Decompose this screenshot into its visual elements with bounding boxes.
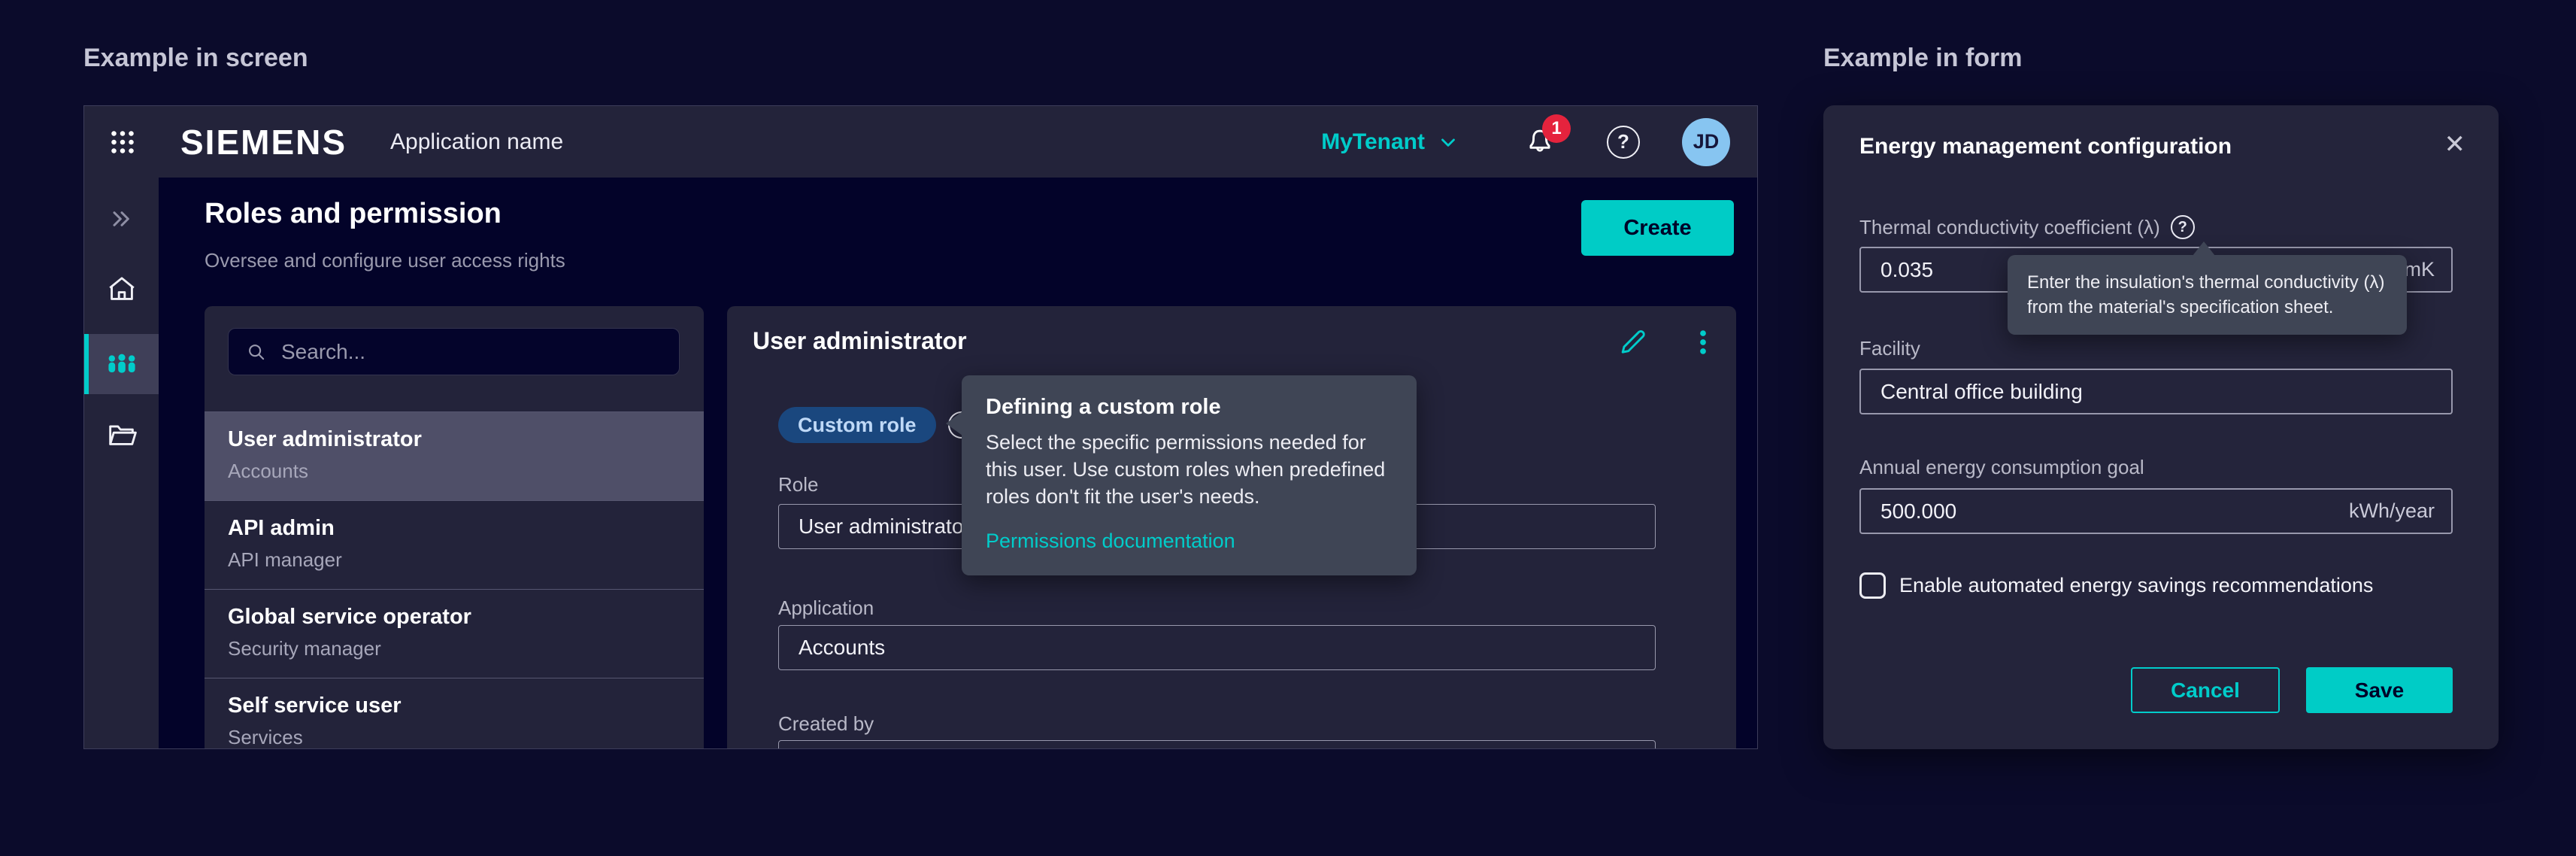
role-detail-panel: User administrator Custom role ? Role Ap…	[727, 306, 1736, 749]
folder-icon	[105, 417, 139, 452]
role-item-subtitle: Security manager	[228, 637, 704, 660]
notification-badge: 1	[1542, 114, 1571, 143]
chevron-down-icon	[1437, 131, 1459, 153]
dialog-title: Energy management configuration	[1859, 134, 2232, 159]
role-list-item[interactable]: User administrator Accounts	[205, 411, 704, 500]
recommendations-checkbox-row[interactable]: Enable automated energy savings recommen…	[1859, 572, 2373, 599]
question-mark-icon: ?	[1617, 130, 1629, 153]
save-button[interactable]: Save	[2306, 667, 2453, 713]
energy-config-dialog: Energy management configuration ✕ Therma…	[1823, 105, 2499, 749]
role-item-subtitle: Accounts	[228, 460, 704, 483]
question-mark-icon: ?	[2178, 219, 2187, 236]
double-chevron-right-icon	[107, 204, 137, 234]
roles-list-panel: User administrator Accounts API admin AP…	[205, 306, 704, 749]
facility-field-label: Facility	[1859, 337, 1920, 360]
home-icon	[105, 272, 139, 306]
role-field-label: Role	[778, 473, 818, 496]
role-item-title: User administrator	[228, 427, 704, 452]
facility-input[interactable]	[1859, 369, 2453, 414]
right-example-caption: Example in form	[1823, 44, 2023, 73]
search-input[interactable]	[281, 340, 667, 364]
goal-unit-suffix: kWh/year	[2349, 488, 2435, 534]
pencil-icon	[1616, 326, 1649, 359]
create-button[interactable]: Create	[1581, 200, 1734, 256]
application-field-input[interactable]	[778, 625, 1656, 670]
close-button[interactable]: ✕	[2444, 129, 2466, 159]
page-subtitle: Oversee and configure user access rights	[205, 249, 565, 272]
goal-field-label: Annual energy consumption goal	[1859, 456, 2144, 479]
edit-button[interactable]	[1616, 326, 1649, 359]
notifications-button[interactable]: 1	[1523, 125, 1557, 159]
created-by-field-label: Created by	[778, 712, 874, 736]
sidebar-item-roles[interactable]	[84, 334, 159, 394]
sidebar-item-files[interactable]	[84, 405, 159, 465]
application-name: Application name	[390, 129, 563, 155]
cancel-button[interactable]: Cancel	[2131, 667, 2280, 713]
sidebar	[84, 178, 159, 748]
role-list-item[interactable]: API admin API manager	[205, 500, 704, 589]
role-list-item[interactable]: Self service user Services	[205, 678, 704, 749]
recommendations-checkbox[interactable]	[1859, 572, 1886, 599]
role-item-title: API admin	[228, 516, 704, 541]
thermal-field-label-row: Thermal conductivity coefficient (λ) ?	[1859, 215, 2195, 239]
app-window: SIEMENS Application name MyTenant 1 ? JD	[83, 105, 1758, 749]
role-item-subtitle: Services	[228, 726, 704, 749]
tooltip-title: Defining a custom role	[986, 395, 1393, 420]
close-icon: ✕	[2444, 130, 2466, 159]
left-example-caption: Example in screen	[83, 44, 308, 73]
app-launcher-icon[interactable]	[105, 125, 140, 159]
siemens-logo: SIEMENS	[180, 122, 347, 162]
custom-role-badge: Custom role	[778, 407, 936, 443]
role-item-subtitle: API manager	[228, 548, 704, 572]
sidebar-expand-button[interactable]	[84, 189, 159, 249]
recommendations-checkbox-label: Enable automated energy savings recommen…	[1899, 574, 2373, 597]
thermal-help-button[interactable]: ?	[2171, 215, 2195, 239]
search-box	[228, 328, 680, 375]
role-list-item[interactable]: Global service operator Security manager	[205, 589, 704, 678]
help-button[interactable]: ?	[1607, 126, 1640, 159]
role-detail-title: User administrator	[753, 327, 967, 355]
custom-role-tooltip: Defining a custom role Select the specif…	[962, 375, 1417, 575]
search-icon	[245, 341, 268, 363]
users-icon	[104, 346, 140, 382]
tenant-selector[interactable]: MyTenant	[1321, 129, 1459, 155]
created-by-field-input[interactable]	[778, 740, 1656, 749]
more-options-button[interactable]	[1687, 326, 1720, 359]
page-title: Roles and permission	[205, 198, 502, 230]
role-list: User administrator Accounts API admin AP…	[205, 411, 704, 749]
role-item-title: Self service user	[228, 694, 704, 718]
thermal-field-label: Thermal conductivity coefficient (λ)	[1859, 216, 2160, 239]
kebab-menu-icon	[1687, 326, 1720, 359]
thermal-tooltip: Enter the insulation's thermal conductiv…	[2008, 255, 2407, 335]
app-header-bar: SIEMENS Application name MyTenant 1 ? JD	[84, 106, 1757, 178]
tooltip-body: Select the specific permissions needed f…	[986, 429, 1393, 510]
user-avatar[interactable]: JD	[1682, 118, 1730, 166]
tenant-label: MyTenant	[1321, 129, 1425, 155]
tooltip-body: Enter the insulation's thermal conductiv…	[2027, 272, 2384, 317]
role-item-title: Global service operator	[228, 605, 704, 630]
permissions-documentation-link[interactable]: Permissions documentation	[986, 530, 1235, 553]
application-field-label: Application	[778, 596, 874, 620]
sidebar-item-home[interactable]	[84, 259, 159, 319]
